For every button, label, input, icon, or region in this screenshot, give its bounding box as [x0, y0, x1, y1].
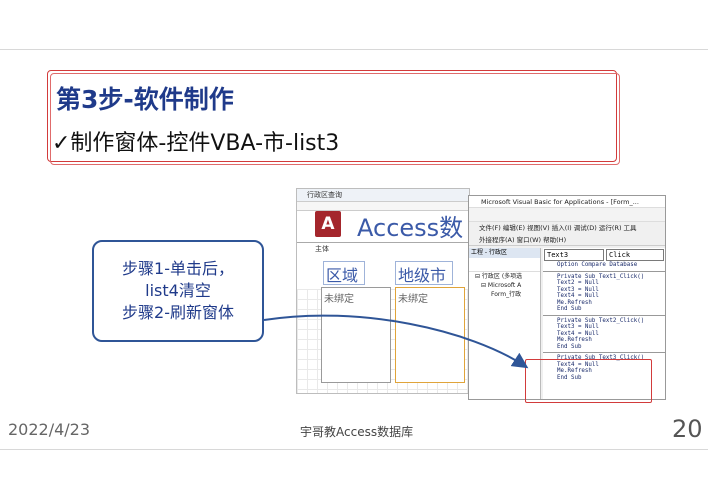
project-explorer-toolbar — [469, 258, 540, 272]
code-line: End Sub — [557, 343, 582, 350]
vba-menubar-secondary[interactable]: 外接程序(A) 窗口(W) 帮助(H) — [469, 234, 665, 246]
procedure-combo[interactable]: Click — [606, 249, 664, 261]
slide-subtitle: ✓制作窗体-控件VBA-市-list3 — [52, 131, 340, 156]
callout-line: 步骤1-单击后， — [122, 259, 234, 278]
code-line: End Sub — [557, 306, 582, 312]
section-divider — [297, 242, 469, 243]
vba-menubar[interactable]: 文件(F) 编辑(E) 视图(V) 插入(I) 调试(D) 运行(R) 工具 — [469, 222, 665, 234]
callout-line: list4清空 — [145, 281, 211, 300]
object-combo[interactable]: Text3 — [544, 249, 604, 261]
form-tab[interactable]: 行政区查询 — [297, 189, 469, 202]
page-number: 20 — [672, 415, 703, 443]
procedure-separator — [543, 270, 665, 272]
city-listbox[interactable]: 未绑定 — [395, 287, 465, 383]
project-tree-item[interactable]: ⊟ 行政区 (多项选 — [469, 272, 540, 281]
footer-title: 宇哥教Access数据库 — [300, 425, 414, 439]
region-header-label[interactable]: 区域 — [323, 261, 365, 285]
project-tree-item[interactable]: ⊟ Microsoft A — [469, 281, 540, 290]
access-form-screenshot: 行政区查询 A Access数 主体 区域 地级市 未绑定 未绑定 — [296, 188, 470, 394]
form-header-title: Access数 — [357, 214, 464, 242]
code-highlight-box — [525, 359, 652, 403]
city-header-label[interactable]: 地级市 — [395, 261, 453, 285]
detail-section-label: 主体 — [315, 245, 329, 253]
procedure-separator — [543, 314, 665, 316]
procedure-separator — [543, 352, 665, 353]
vba-toolbar — [469, 208, 665, 222]
project-tree-item[interactable]: Form_行政 — [469, 290, 540, 299]
code-line: Option Compare Database — [557, 262, 638, 268]
access-logo-icon: A — [315, 211, 341, 237]
project-explorer-title: 工程 - 行政区 — [469, 248, 540, 258]
vba-titlebar: Microsoft Visual Basic for Applications … — [469, 196, 665, 208]
region-listbox[interactable]: 未绑定 — [321, 287, 391, 383]
footer-date: 2022/4/23 — [8, 420, 91, 439]
callout-line: 步骤2-刷新窗体 — [122, 303, 234, 322]
slide-title: 第3步-软件制作 — [56, 85, 234, 114]
step-callout: 步骤1-单击后， list4清空 步骤2-刷新窗体 — [92, 240, 264, 342]
